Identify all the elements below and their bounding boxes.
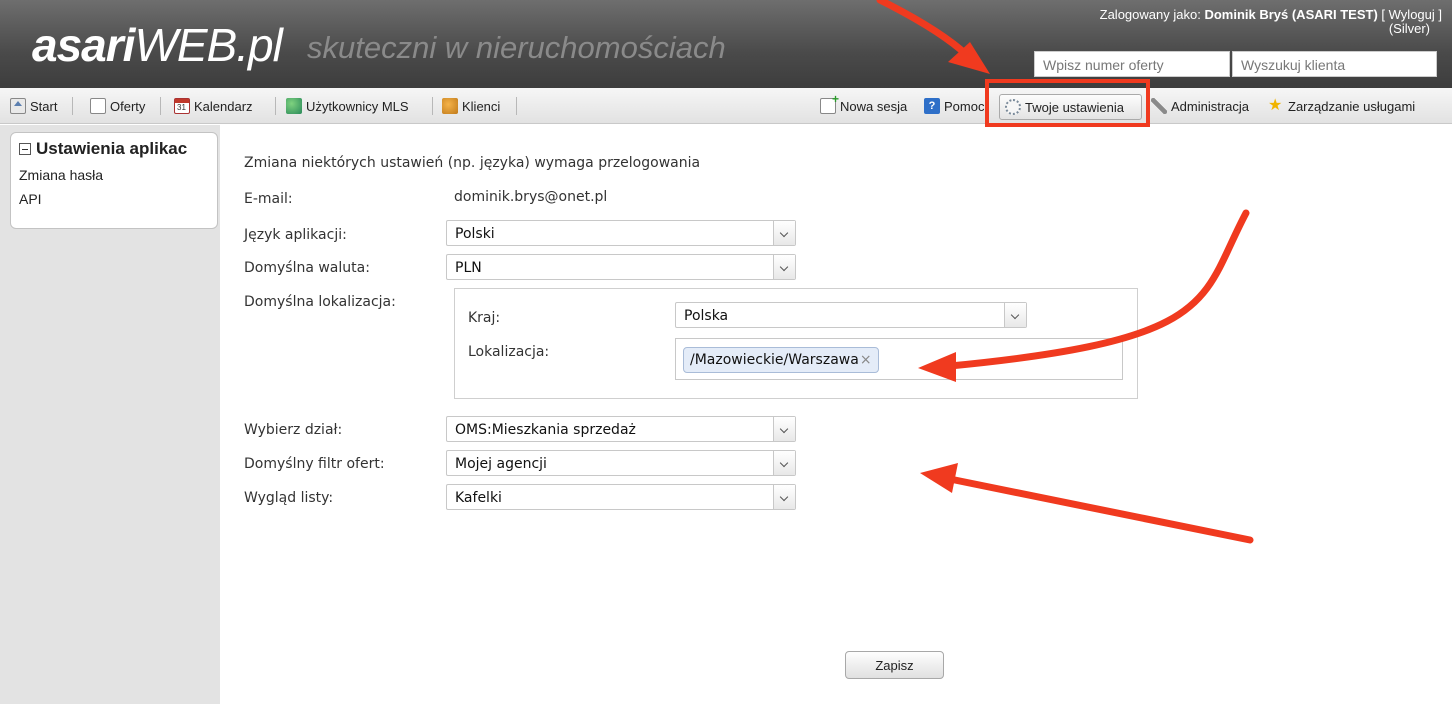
country-label: Kraj: <box>468 310 501 326</box>
sidebar-item-api[interactable]: API <box>19 191 209 207</box>
department-label: Wybierz dział: <box>244 422 343 438</box>
star-icon: ★ <box>1268 97 1283 114</box>
offer-number-input[interactable]: Wpisz numer oferty <box>1034 51 1230 77</box>
settings-form: Zmiana niektórych ustawień (np. języka) … <box>220 130 1452 704</box>
services-button[interactable]: ★ Zarządzanie usługami <box>1268 98 1415 114</box>
administration-button[interactable]: Administracja <box>1151 98 1249 114</box>
locality-label: Lokalizacja: <box>468 344 550 360</box>
calendar-icon: 31 <box>174 98 190 114</box>
offer-filter-label: Domyślny filtr ofert: <box>244 456 385 472</box>
help-icon: ? <box>924 98 940 114</box>
remove-tag-icon[interactable]: × <box>860 352 872 368</box>
home-icon <box>10 98 26 114</box>
divider <box>432 97 433 115</box>
divider <box>72 97 73 115</box>
client-search-input[interactable]: Wyszukuj klienta <box>1232 51 1437 77</box>
list-view-select[interactable]: Kafelki <box>446 484 796 510</box>
divider <box>160 97 161 115</box>
logout-link[interactable]: [ Wyloguj ] <box>1381 7 1442 22</box>
relogin-hint: Zmiana niektórych ustawień (np. języka) … <box>244 155 701 171</box>
tagline: skuteczni w nieruchomościach <box>307 30 726 65</box>
divider <box>516 97 517 115</box>
currency-select[interactable]: PLN <box>446 254 796 280</box>
plan-label: (Silver) <box>1388 21 1430 36</box>
user-name: Dominik Bryś (ASARI TEST) <box>1204 7 1378 22</box>
save-button[interactable]: Zapisz <box>845 651 944 679</box>
sidebar-item-change-password[interactable]: Zmiana hasła <box>19 167 209 183</box>
country-select[interactable]: Polska <box>675 302 1027 328</box>
chevron-down-icon[interactable] <box>1004 303 1026 327</box>
locality-tag: /Mazowieckie/Warszawa× <box>683 347 879 373</box>
nav-clients[interactable]: Klienci <box>442 98 500 114</box>
chevron-down-icon[interactable] <box>773 451 795 475</box>
department-select[interactable]: OMS:Mieszkania sprzedaż <box>446 416 796 442</box>
nav-start[interactable]: Start <box>10 98 57 114</box>
app-header: asariWEB.pl skuteczni w nieruchomościach… <box>0 0 1452 88</box>
nav-offers[interactable]: Oferty <box>90 98 145 114</box>
email-label: E-mail: <box>244 191 293 207</box>
nav-mls-users[interactable]: Użytkownicy MLS <box>286 98 409 114</box>
chevron-down-icon[interactable] <box>773 485 795 509</box>
chevron-down-icon[interactable] <box>773 417 795 441</box>
currency-label: Domyślna waluta: <box>244 260 370 276</box>
email-value: dominik.brys@onet.pl <box>454 189 608 205</box>
user-info: Zalogowany jako: Dominik Bryś (ASARI TES… <box>1099 7 1442 36</box>
chevron-down-icon[interactable] <box>773 221 795 245</box>
new-session-icon <box>820 92 839 114</box>
new-session-button[interactable]: Nowa sesja <box>820 92 907 114</box>
divider <box>275 97 276 115</box>
globe-icon <box>286 98 302 114</box>
list-view-label: Wygląd listy: <box>244 490 334 506</box>
settings-sidebar: Ustawienia aplikac Zmiana hasła API <box>10 132 218 229</box>
app-logo[interactable]: asariWEB.pl <box>32 18 283 72</box>
collapse-icon[interactable] <box>19 143 31 155</box>
offer-filter-select[interactable]: Mojej agencji <box>446 450 796 476</box>
language-label: Język aplikacji: <box>244 227 347 243</box>
main-toolbar: Start Oferty 31 Kalendarz Użytkownicy ML… <box>0 88 1452 124</box>
document-icon <box>90 98 106 114</box>
users-icon <box>442 98 458 114</box>
location-label: Domyślna lokalizacja: <box>244 294 396 310</box>
help-button[interactable]: ? Pomoc <box>924 98 984 114</box>
annotation-highlight-box <box>985 79 1150 127</box>
sidebar-section-app-settings[interactable]: Ustawienia aplikac <box>19 139 209 159</box>
locality-tag-input[interactable]: /Mazowieckie/Warszawa× <box>675 338 1123 380</box>
language-select[interactable]: Polski <box>446 220 796 246</box>
nav-calendar[interactable]: 31 Kalendarz <box>174 98 253 114</box>
chevron-down-icon[interactable] <box>773 255 795 279</box>
tools-icon <box>1151 98 1167 114</box>
